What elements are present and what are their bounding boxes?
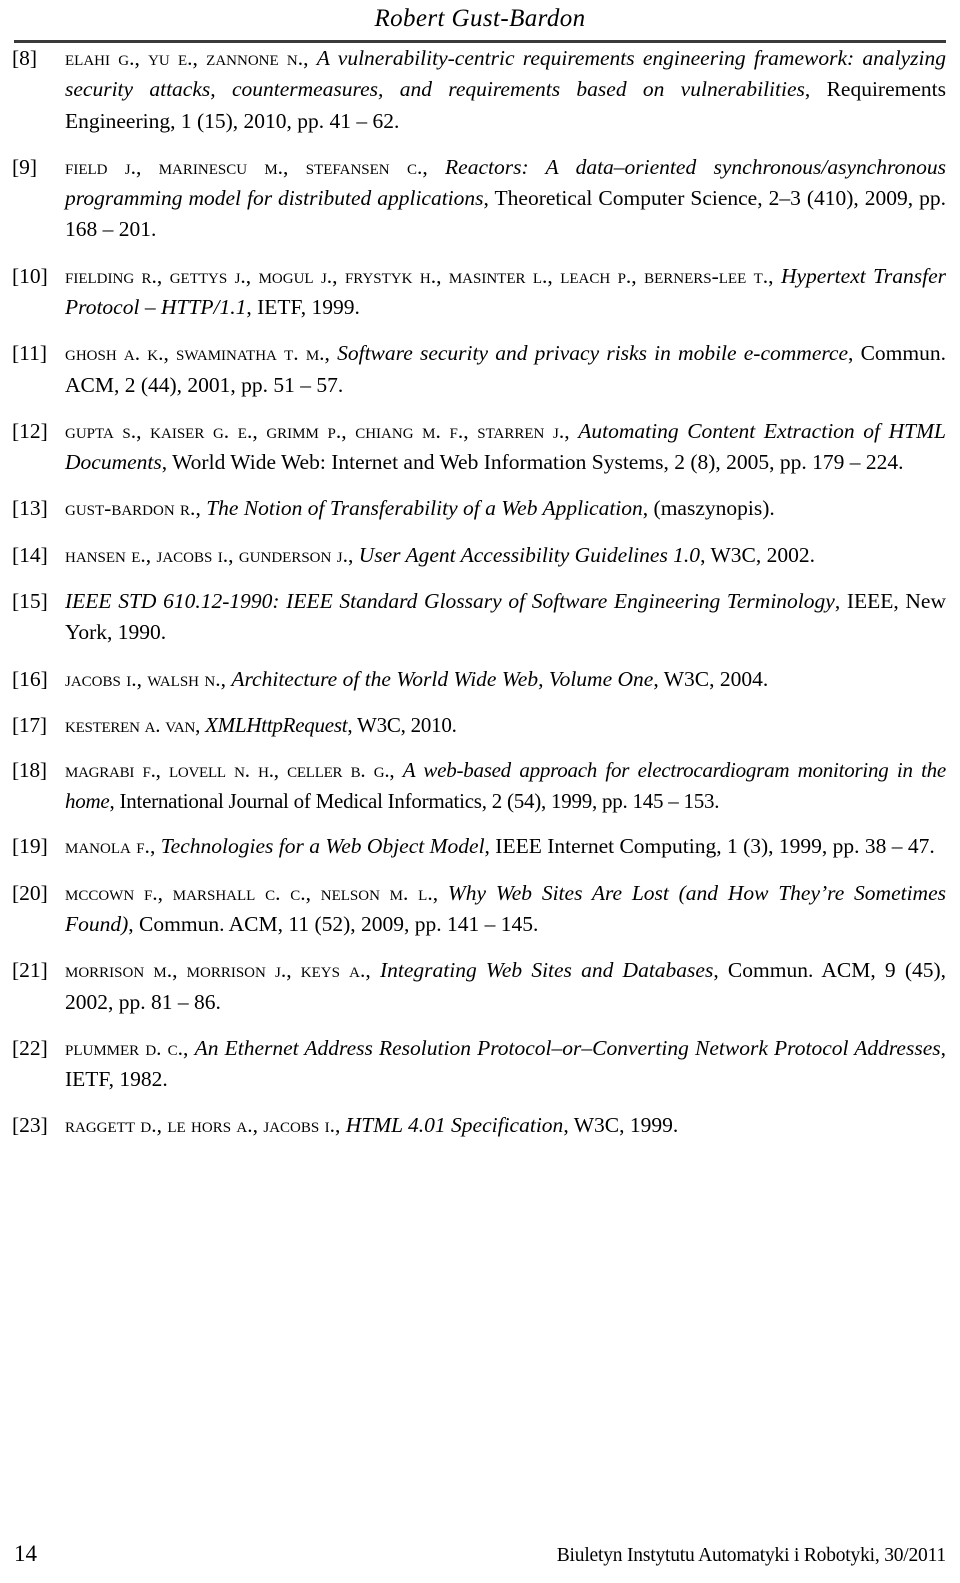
reference-text: IEEE STD 610.12-1990: IEEE Standard Glos…: [65, 588, 946, 645]
reference-authors: KESTEREN A. VAN: [65, 712, 196, 737]
reference-authors: HANSEN E., JACOBS I., GUNDERSON J.: [65, 542, 348, 567]
reference-text: MORRISON M., MORRISON J., KEYS A., Integ…: [65, 958, 947, 1014]
reference-title: Software security and privacy risks in m…: [337, 341, 849, 366]
page-footer: 14 Biuletyn Instytutu Automatyki i Robot…: [14, 1541, 946, 1567]
reference-authors: MCCOWN F., MARSHALL C. C., NELSON M. L.: [65, 880, 433, 905]
reference-number: [21]: [12, 958, 48, 983]
reference-number: [13]: [12, 496, 48, 521]
reference-title: An Ethernet Address Resolution Protocol–…: [194, 1035, 941, 1060]
reference-source: W3C, 1999.: [573, 1113, 679, 1138]
running-header: Robert Gust-Bardon: [374, 5, 586, 32]
reference-title: Technologies for a Web Object Model: [160, 834, 485, 859]
reference-text: MANOLA F., Technologies for a Web Object…: [65, 834, 935, 859]
reference-number: [22]: [12, 1035, 48, 1060]
reference-entry: [17] KESTEREN A. VAN, XMLHttpRequest, W3C…: [12, 710, 946, 741]
reference-authors: MAGRABI F., LOVELL N. H., CELLER B. G.: [65, 758, 390, 783]
reference-number: [19]: [12, 834, 48, 859]
reference-title: Integrating Web Sites and Databases: [379, 958, 714, 983]
reference-entry: [10] FIELDING R., GETTYS J., MOGUL J., FR…: [12, 261, 946, 324]
reference-authors: RAGGETT D., LE HORS A., JACOBS I.: [65, 1113, 335, 1138]
reference-text: GHOSH A. K., SWAMINATHA T. M., Software …: [65, 341, 947, 397]
reference-number: [17]: [12, 712, 47, 737]
reference-source: International Journal of Medical Informa…: [119, 788, 720, 813]
reference-text: PLUMMER D. C., An Ethernet Address Resol…: [65, 1035, 946, 1092]
reference-title: HTML 4.01 Specification: [345, 1113, 564, 1138]
reference-entry: [19] MANOLA F., Technologies for a Web Ob…: [12, 831, 946, 862]
reference-text: GUST-BARDON R., The Notion of Transferab…: [65, 496, 775, 521]
reference-entry: [12] GUPTA S., KAISER G. E., GRIMM P., CH…: [12, 416, 946, 479]
reference-number: [16]: [12, 666, 48, 691]
reference-source: W3C, 2002.: [710, 542, 815, 567]
reference-text: ELAHI G., YU E., ZANNONE N., A vulnerabi…: [65, 46, 947, 133]
reference-source: W3C, 2010.: [357, 712, 457, 737]
reference-number: [14]: [12, 542, 48, 567]
reference-entry: [9] FIELD J., MARINESCU M., STEFANSEN C.,…: [12, 152, 946, 246]
reference-title: User Agent Accessibility Guidelines 1.0: [358, 542, 701, 567]
reference-entry: [15] IEEE STD 610.12-1990: IEEE Standard …: [12, 586, 946, 649]
reference-number: [8]: [12, 46, 38, 70]
reference-entry: [8] ELAHI G., YU E., ZANNONE N., A vulner…: [12, 43, 946, 137]
reference-authors: FIELD J., MARINESCU M., STEFANSEN C.: [65, 154, 423, 179]
reference-text: FIELDING R., GETTYS J., MOGUL J., FRYSTY…: [65, 263, 946, 319]
reference-number: [11]: [12, 341, 48, 366]
reference-source: W3C, 2004.: [663, 666, 769, 691]
reference-text: FIELD J., MARINESCU M., STEFANSEN C., Re…: [65, 154, 946, 242]
reference-text: KESTEREN A. VAN, XMLHttpRequest, W3C, 20…: [65, 712, 457, 737]
reference-number: [9]: [12, 154, 38, 179]
reference-title: XMLHttpRequest: [205, 712, 348, 737]
reference-authors: MANOLA F.: [65, 834, 150, 859]
reference-number: [20]: [12, 880, 48, 905]
reference-entry: [14] HANSEN E., JACOBS I., GUNDERSON J., …: [12, 540, 946, 571]
reference-authors: GUST-BARDON R.: [65, 496, 196, 521]
reference-entry: [16] JACOBS I., WALSH N., Architecture of…: [12, 664, 946, 695]
reference-entry: [23] RAGGETT D., LE HORS A., JACOBS I., H…: [12, 1110, 946, 1141]
reference-source: (maszynopis).: [653, 496, 775, 521]
reference-number: [12]: [12, 418, 48, 443]
reference-entry: [18] MAGRABI F., LOVELL N. H., CELLER B. …: [12, 755, 946, 816]
reference-title: Architecture of the World Wide Web, Volu…: [231, 666, 654, 691]
reference-authors: JACOBS I., WALSH N.: [65, 666, 221, 691]
reference-text: JACOBS I., WALSH N., Architecture of the…: [65, 666, 769, 691]
reference-number: [18]: [12, 758, 47, 783]
reference-authors: FIELDING R., GETTYS J., MOGUL J., FRYSTY…: [65, 263, 769, 288]
reference-entry: [20] MCCOWN F., MARSHALL C. C., NELSON M.…: [12, 878, 946, 941]
reference-source: IEEE Internet Computing, 1 (3), 1999, pp…: [495, 834, 935, 859]
reference-authors: GHOSH A. K., SWAMINATHA T. M.: [65, 341, 325, 366]
reference-source: Commun. ACM, 11 (52), 2009, pp. 141 – 14…: [139, 911, 539, 936]
reference-authors: MORRISON M., MORRISON J., KEYS A.: [65, 958, 366, 983]
document-page: Robert Gust-Bardon [8] ELAHI G., YU E., Z…: [0, 0, 960, 1583]
reference-title: IEEE STD 610.12-1990: IEEE Standard Glos…: [65, 588, 835, 613]
reference-number: [15]: [12, 588, 48, 613]
reference-text: MCCOWN F., MARSHALL C. C., NELSON M. L.,…: [65, 880, 946, 936]
reference-entry: [22] PLUMMER D. C., An Ethernet Address R…: [12, 1033, 946, 1096]
reference-source: IETF, 1999.: [257, 294, 360, 319]
reference-text: RAGGETT D., LE HORS A., JACOBS I., HTML …: [65, 1113, 679, 1138]
reference-authors: ELAHI G., YU E., ZANNONE N.: [65, 46, 304, 70]
reference-number: [10]: [12, 263, 48, 288]
page-number: 14: [14, 1541, 37, 1566]
reference-entry: [11] GHOSH A. K., SWAMINATHA T. M., Softw…: [12, 338, 946, 401]
reference-authors: GUPTA S., KAISER G. E., GRIMM P., CHIANG…: [65, 418, 565, 443]
reference-text: GUPTA S., KAISER G. E., GRIMM P., CHIANG…: [65, 418, 946, 475]
reference-number: [23]: [12, 1113, 48, 1138]
reference-text: MAGRABI F., LOVELL N. H., CELLER B. G., …: [65, 758, 946, 813]
footer-publication: Biuletyn Instytutu Automatyki i Robotyki…: [556, 1545, 946, 1566]
reference-authors: PLUMMER D. C.: [65, 1035, 184, 1060]
reference-source: World Wide Web: Internet and Web Informa…: [172, 450, 904, 475]
reference-entry: [21] MORRISON M., MORRISON J., KEYS A., I…: [12, 955, 946, 1018]
reference-entry: [13] GUST-BARDON R., The Notion of Transf…: [12, 493, 946, 524]
reference-source: IETF, 1982.: [65, 1067, 168, 1092]
reference-list: [8] ELAHI G., YU E., ZANNONE N., A vulner…: [0, 43, 960, 1142]
reference-text: HANSEN E., JACOBS I., GUNDERSON J., User…: [65, 542, 815, 567]
reference-title: The Notion of Transferability of a Web A…: [206, 496, 643, 521]
